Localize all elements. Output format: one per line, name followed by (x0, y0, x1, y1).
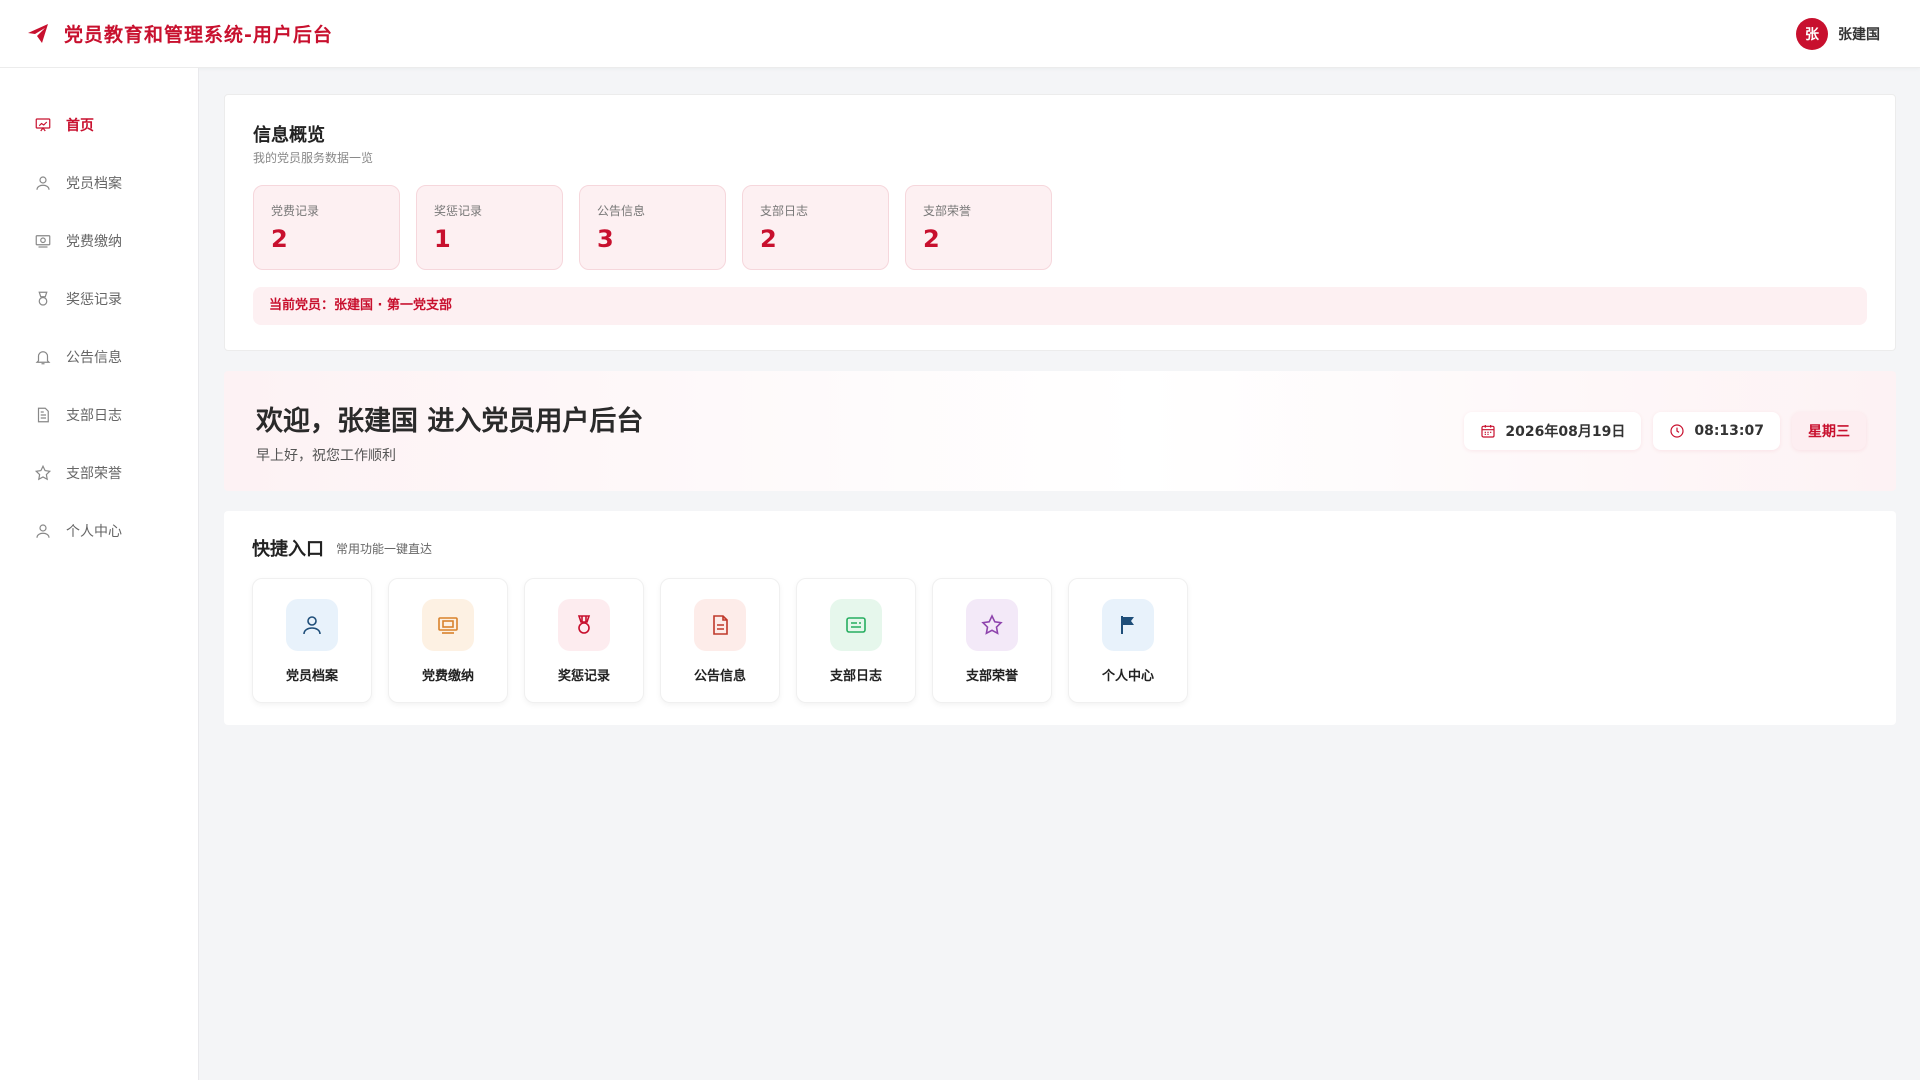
tile-label: 个人中心 (1101, 669, 1154, 684)
medal-icon (38, 291, 48, 306)
overview-subtitle: 我的党员服务数据一览 (253, 151, 374, 165)
stat-value: 2 (271, 225, 288, 253)
user-icon (286, 599, 338, 651)
sidebar-item-label: 党员档案 (66, 176, 122, 192)
welcome-subtitle: 早上好，祝您工作顺利 (256, 448, 396, 464)
welcome-banner: 欢迎，张建国 进入党员用户后台 早上好，祝您工作顺利 2026年08月19日 0… (224, 371, 1896, 491)
sidebar-nav: 首页 党员档案 党费缴纳 奖惩记录 公告信息 支部日志 支部荣誉 个人中心 (0, 68, 198, 560)
tile-label: 公告信息 (693, 669, 746, 684)
user-icon (36, 176, 50, 190)
sidebar-item-label: 支部日志 (66, 408, 122, 424)
calendar-icon (1481, 425, 1496, 438)
tile-label: 奖惩记录 (557, 669, 610, 684)
sidebar-item-rewards[interactable]: 奖惩记录 (0, 270, 198, 328)
stat-value: 3 (597, 225, 614, 253)
sidebar-item-dues[interactable]: 党费缴纳 (0, 212, 198, 270)
flag-icon (1102, 599, 1154, 651)
quick-entry-subtitle: 常用功能一键直达 (336, 542, 433, 556)
stat-label: 党费记录 (271, 204, 320, 218)
tile-label: 支部日志 (829, 669, 882, 684)
stat-card-honors[interactable]: 支部荣誉 2 (905, 185, 1052, 270)
tile-label: 党员档案 (285, 669, 338, 684)
sidebar-item-label: 首页 (66, 118, 94, 134)
brand[interactable]: 党员教育和管理系统-用户后台 (26, 20, 333, 47)
star-icon (966, 599, 1018, 651)
paper-plane-icon (26, 22, 50, 46)
stat-card-dues[interactable]: 党费记录 2 (253, 185, 400, 270)
welcome-title: 欢迎，张建国 进入党员用户后台 (256, 406, 644, 437)
sidebar-item-notices[interactable]: 公告信息 (0, 328, 198, 386)
sidebar-item-label: 公告信息 (66, 350, 122, 366)
weekday-text: 星期三 (1808, 424, 1850, 440)
user-icon (36, 524, 50, 538)
medal-icon (558, 599, 610, 651)
star-icon (34, 464, 52, 481)
quick-tile-member-archive[interactable]: 党员档案 (252, 578, 372, 703)
avatar[interactable]: 张 (1796, 18, 1828, 50)
datetime-chips: 2026年08月19日 08:13:07 星期三 (1452, 412, 1866, 450)
stat-card-branch-log[interactable]: 支部日志 2 (742, 185, 889, 270)
overview-card: 信息概览 我的党员服务数据一览 党费记录 2 奖惩记录 1 公告信息 3 支部日… (224, 94, 1896, 351)
sidebar-item-label: 奖惩记录 (66, 292, 122, 308)
id-card-icon (830, 599, 882, 651)
sidebar-item-profile[interactable]: 个人中心 (0, 502, 198, 560)
time-chip: 08:13:07 (1653, 412, 1780, 450)
quick-tile-profile[interactable]: 个人中心 (1068, 578, 1188, 703)
current-member-banner: 当前党员：张建国 · 第一党支部 (253, 287, 1867, 325)
quick-entry-title: 快捷入口 (252, 539, 324, 560)
app-title: 党员教育和管理系统-用户后台 (64, 24, 333, 46)
sidebar-item-honors[interactable]: 支部荣誉 (0, 444, 198, 502)
sidebar: 首页 党员档案 党费缴纳 奖惩记录 公告信息 支部日志 支部荣誉 个人中心 (0, 68, 199, 1080)
sidebar-item-member-archive[interactable]: 党员档案 (0, 154, 198, 212)
stat-value: 2 (923, 225, 940, 253)
money-icon (35, 235, 51, 248)
stat-label: 公告信息 (597, 204, 646, 218)
sidebar-item-label: 党费缴纳 (66, 234, 122, 250)
clock-icon (1670, 424, 1684, 438)
tile-label: 党费缴纳 (421, 669, 474, 684)
sidebar-item-branch-log[interactable]: 支部日志 (0, 386, 198, 444)
quick-tile-rewards[interactable]: 奖惩记录 (524, 578, 644, 703)
document-icon (694, 599, 746, 651)
stat-card-rewards[interactable]: 奖惩记录 1 (416, 185, 563, 270)
time-text: 08:13:07 (1694, 423, 1764, 439)
overview-title: 信息概览 (253, 125, 325, 146)
document-icon (37, 407, 49, 423)
quick-tile-honors[interactable]: 支部荣誉 (932, 578, 1052, 703)
presentation-chart-icon (35, 118, 51, 132)
stat-label: 支部荣誉 (923, 204, 972, 218)
stat-value: 2 (760, 225, 777, 253)
sidebar-item-label: 个人中心 (66, 524, 122, 540)
user-menu[interactable]: 张 张建国 (1796, 18, 1880, 50)
quick-tile-branch-log[interactable]: 支部日志 (796, 578, 916, 703)
user-name[interactable]: 张建国 (1838, 24, 1880, 44)
sidebar-item-label: 支部荣誉 (66, 466, 122, 482)
stats-row: 党费记录 2 奖惩记录 1 公告信息 3 支部日志 2 支部荣誉 2 (253, 185, 1068, 270)
stat-label: 奖惩记录 (434, 204, 483, 218)
stat-value: 1 (434, 225, 451, 253)
tile-label: 支部荣誉 (965, 669, 1018, 684)
quick-tile-dues[interactable]: 党费缴纳 (388, 578, 508, 703)
sidebar-item-home[interactable]: 首页 (0, 96, 198, 154)
date-text: 2026年08月19日 (1505, 424, 1626, 440)
stat-label: 支部日志 (760, 204, 809, 218)
weekday-chip: 星期三 (1792, 412, 1866, 450)
bell-icon (35, 351, 51, 365)
date-chip: 2026年08月19日 (1464, 412, 1642, 450)
quick-tiles: 党员档案 党费缴纳 奖惩记录 公告信息 支部日志 支部荣誉 个人中心 (252, 578, 1204, 703)
quick-entry-card: 快捷入口 常用功能一键直达 党员档案 党费缴纳 奖惩记录 公告信息 支部日志 支… (224, 511, 1896, 725)
stat-card-notices[interactable]: 公告信息 3 (579, 185, 726, 270)
top-header: 党员教育和管理系统-用户后台 张 张建国 (0, 0, 1920, 68)
money-icon (422, 599, 474, 651)
quick-tile-notices[interactable]: 公告信息 (660, 578, 780, 703)
